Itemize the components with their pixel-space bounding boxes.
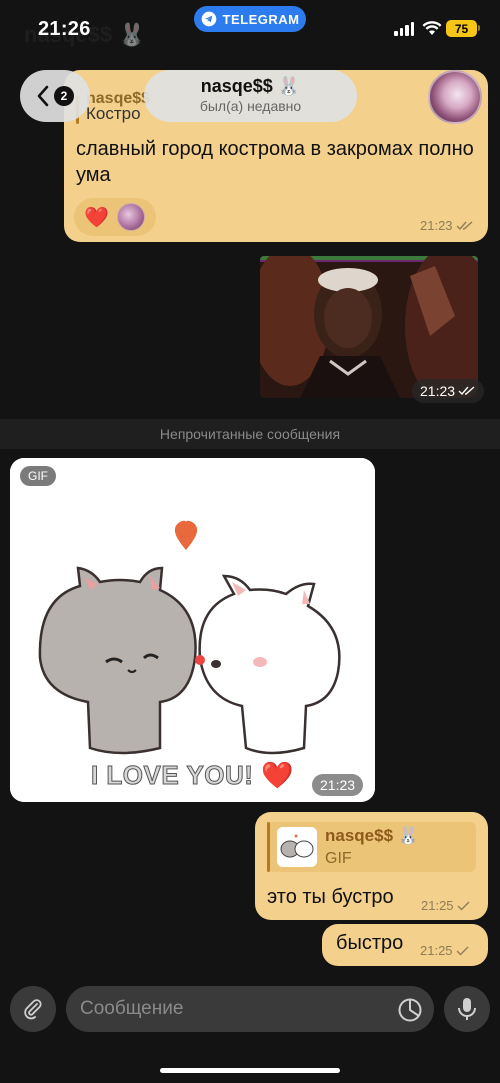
message-meta: 21:23 xyxy=(420,218,474,233)
battery-icon: 75 xyxy=(446,20,477,37)
message-meta: 21:25 xyxy=(421,898,471,913)
photo-time: 21:23 xyxy=(420,383,456,399)
reaction-pill[interactable]: ❤️ xyxy=(74,198,156,236)
message-bubble-short[interactable]: быстро 21:25 xyxy=(322,924,488,966)
unread-badge: 2 xyxy=(54,86,74,106)
gif-tag: GIF xyxy=(20,466,56,486)
reactor-avatar xyxy=(116,203,145,231)
back-button[interactable]: 2 xyxy=(20,70,90,122)
home-indicator xyxy=(160,1068,340,1073)
heart-reaction-icon: ❤️ xyxy=(84,206,109,229)
wifi-icon xyxy=(422,21,442,35)
contact-avatar[interactable] xyxy=(428,70,482,124)
contact-status: был(а) недавно xyxy=(199,98,302,114)
reply-quote-bar xyxy=(267,822,270,872)
unread-divider: Непрочитанные сообщения xyxy=(0,419,500,449)
attach-button[interactable] xyxy=(10,986,56,1032)
message-time: 21:23 xyxy=(420,218,453,233)
status-time: 21:26 xyxy=(38,18,91,40)
gif-message[interactable] xyxy=(10,458,375,802)
message-text: это ты бустро xyxy=(267,886,394,908)
double-check-icon xyxy=(458,386,475,396)
gif-cats-image xyxy=(10,458,375,802)
chevron-left-icon xyxy=(37,85,49,107)
contact-name: nasqe$$ 🐰 xyxy=(200,76,301,96)
message-bubble-reply[interactable]: nasqe$$ 🐰 GIF это ты бустро 21:25 xyxy=(255,812,488,920)
photo-message[interactable] xyxy=(260,256,478,398)
check-icon xyxy=(456,946,469,955)
reply-thumbnail xyxy=(277,827,317,867)
battery-tip xyxy=(478,25,480,31)
reply-quote-name: nasqe$$ 🐰 xyxy=(325,826,419,845)
signal-icon xyxy=(394,22,414,36)
paperclip-icon xyxy=(24,999,42,1020)
message-time: 21:25 xyxy=(421,898,454,913)
reply-quote-type: GIF xyxy=(325,850,352,867)
chat-title[interactable]: nasqe$$ 🐰 был(а) недавно xyxy=(144,70,357,122)
check-icon xyxy=(457,901,470,910)
photo-meta: 21:23 xyxy=(412,379,485,403)
message-time: 21:25 xyxy=(420,943,453,958)
photo-image xyxy=(260,256,478,398)
paper-plane-icon xyxy=(201,11,216,27)
message-meta: 21:25 xyxy=(420,943,470,958)
double-check-icon xyxy=(456,220,473,230)
voice-button[interactable] xyxy=(444,986,490,1032)
microphone-icon xyxy=(458,998,476,1020)
gif-time: 21:23 xyxy=(312,774,364,796)
telegram-pill-label: TELEGRAM xyxy=(222,11,300,27)
message-text: быстро xyxy=(336,932,404,954)
message-text: славный город кострома в закромах полно … xyxy=(76,138,474,186)
reply-text: Костро xyxy=(86,104,141,123)
telegram-pill[interactable]: TELEGRAM xyxy=(194,6,306,32)
sticker-icon[interactable] xyxy=(397,997,423,1023)
message-input[interactable] xyxy=(66,986,434,1032)
